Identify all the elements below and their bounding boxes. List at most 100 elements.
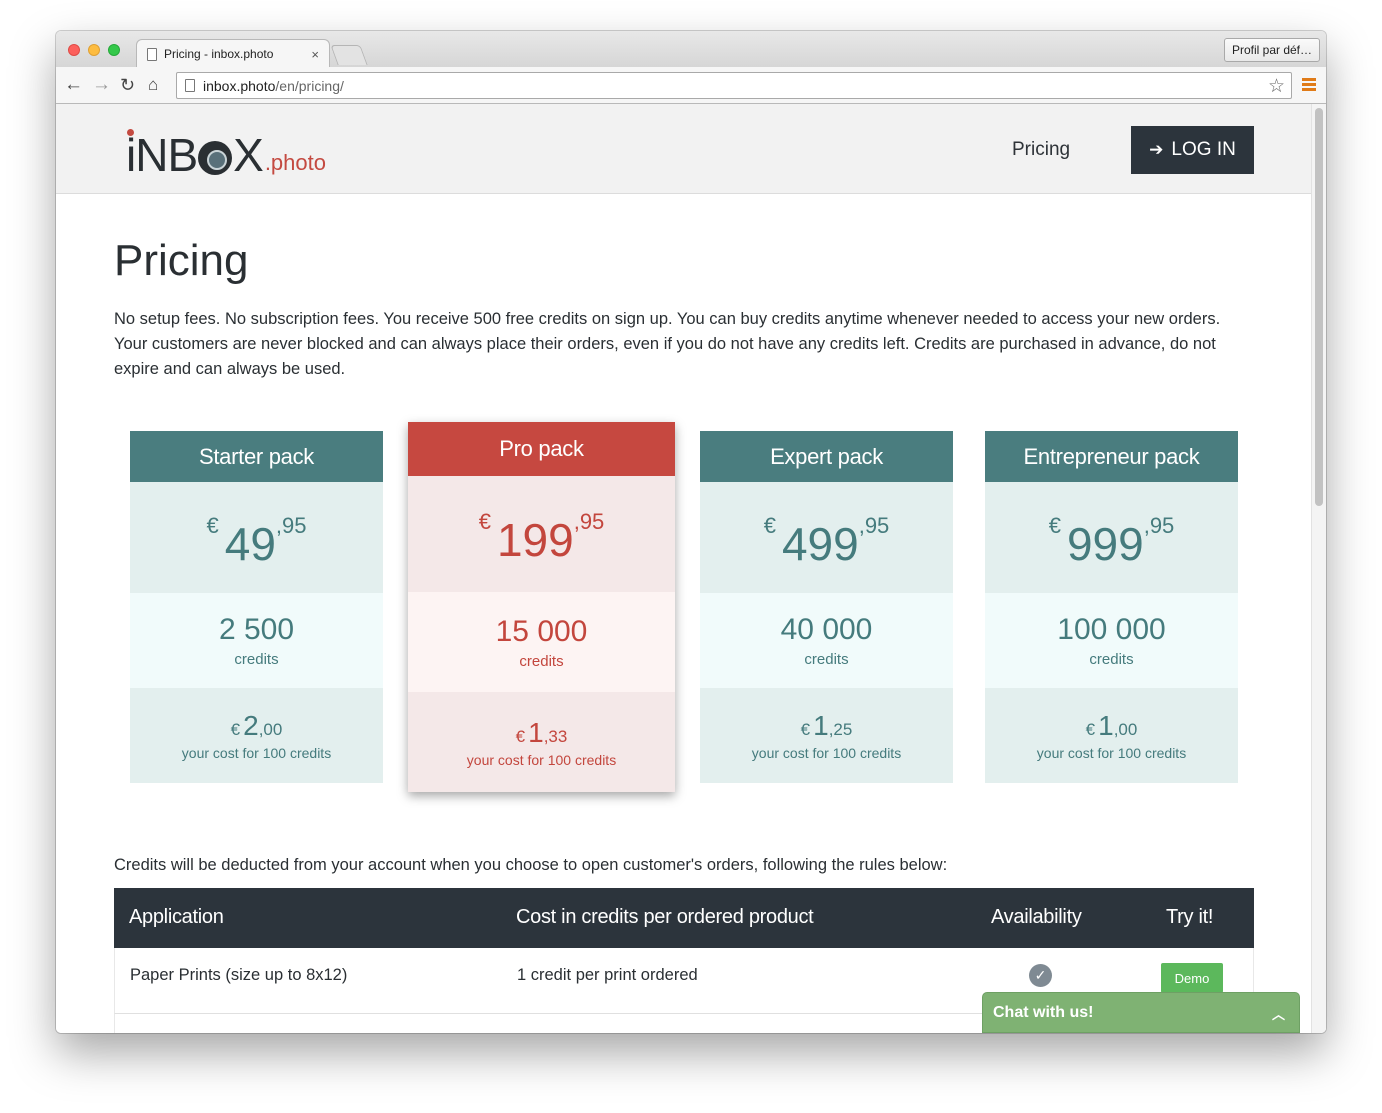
- credits-label: credits: [519, 652, 564, 670]
- chat-label: Chat with us!: [993, 1003, 1094, 1021]
- address-bar[interactable]: inbox.photo/en/pricing/ ☆: [176, 72, 1292, 99]
- check-circle-icon: ✓: [1029, 964, 1052, 987]
- logo-dot: [127, 129, 134, 136]
- pack-price: € 999 ,95: [985, 482, 1238, 593]
- table-header: Application Cost in credits per ordered …: [114, 888, 1254, 948]
- cost-integer: 1: [813, 710, 829, 741]
- nav-link-pricing[interactable]: Pricing: [1012, 139, 1070, 161]
- back-icon[interactable]: ←: [64, 73, 83, 97]
- chevron-up-icon[interactable]: ︿: [1272, 1004, 1285, 1023]
- profile-button[interactable]: Profil par déf…: [1224, 38, 1320, 62]
- currency: €: [763, 512, 776, 538]
- cost-cents: ,00: [1113, 720, 1138, 739]
- browser-toolbar: ← → ↻ ⌂ inbox.photo/en/pricing/ ☆: [56, 67, 1326, 104]
- credits-label: credits: [804, 651, 849, 668]
- cost-cents: ,33: [543, 726, 568, 746]
- credits-amount: 2 500: [218, 613, 295, 646]
- bookmark-star-icon[interactable]: ☆: [1268, 75, 1285, 98]
- chat-widget[interactable]: Chat with us! ︿: [982, 992, 1300, 1033]
- row-application: Paper Prints (size up to 8x12): [130, 966, 348, 984]
- reload-icon[interactable]: ↻: [120, 73, 135, 97]
- intro-text: No setup fees. No subscription fees. You…: [114, 310, 1221, 378]
- price-integer: 199: [496, 514, 574, 566]
- pack-card-entrepreneur: Entrepreneur pack € 999 ,95 100 000 cred…: [985, 431, 1238, 783]
- pack-price: € 199 ,95: [408, 476, 675, 592]
- logo-text-2: X: [233, 129, 264, 181]
- column-header-application: Application: [129, 906, 224, 928]
- cost-label: your cost for 100 credits: [466, 751, 617, 768]
- rules-intro-text: Credits will be deducted from your accou…: [114, 856, 948, 874]
- login-button[interactable]: ➔ LOG IN: [1131, 126, 1254, 174]
- price-integer: 999: [1066, 517, 1144, 570]
- price-cents: ,95: [858, 512, 890, 538]
- url-path: /en/pricing/: [275, 77, 344, 94]
- pack-credits: 15 000 credits: [408, 592, 675, 692]
- close-tab-icon[interactable]: ×: [311, 47, 319, 62]
- cost-label: your cost for 100 credits: [751, 745, 902, 761]
- logo-suffix: .photo: [264, 150, 326, 175]
- pack-credits: 2 500 credits: [130, 593, 383, 688]
- pack-name: Starter pack: [130, 431, 383, 482]
- pack-card-pro: Pro pack € 199 ,95 15 000 credits € 1 ,3…: [408, 422, 675, 792]
- minimize-window-button[interactable]: [88, 44, 100, 56]
- page-icon: [185, 79, 195, 92]
- new-tab-button[interactable]: [330, 45, 368, 65]
- home-icon[interactable]: ⌂: [148, 73, 158, 97]
- currency: €: [515, 726, 526, 746]
- cost-label: your cost for 100 credits: [1036, 745, 1187, 761]
- pack-card-expert: Expert pack € 499 ,95 40 000 credits € 1: [700, 431, 953, 783]
- column-header-cost: Cost in credits per ordered product: [516, 906, 814, 928]
- pack-cost: € 1 ,33 your cost for 100 credits: [408, 692, 675, 792]
- row-cost: 1 credit per print ordered: [517, 966, 698, 984]
- credits-amount: 15 000: [495, 614, 588, 648]
- tab-strip: Pricing - inbox.photo × Profil par déf…: [56, 31, 1326, 68]
- pack-name: Entrepreneur pack: [985, 431, 1238, 482]
- demo-button[interactable]: Demo: [1161, 963, 1223, 993]
- currency: €: [1085, 720, 1096, 739]
- menu-icon[interactable]: [1302, 78, 1316, 93]
- cost-integer: 1: [1098, 710, 1114, 741]
- currency: €: [800, 720, 811, 739]
- pack-cost: € 1 ,25 your cost for 100 credits: [700, 688, 953, 783]
- pack-credits: 40 000 credits: [700, 593, 953, 688]
- pack-credits: 100 000 credits: [985, 593, 1238, 688]
- url-host: inbox.photo: [203, 77, 276, 94]
- cost-integer: 2: [243, 710, 259, 741]
- zoom-window-button[interactable]: [108, 44, 120, 56]
- logo-text-1: iNB: [126, 129, 198, 181]
- logo[interactable]: iNB X .photo: [126, 122, 326, 178]
- price-integer: 499: [781, 517, 859, 570]
- login-label: LOG IN: [1171, 139, 1236, 160]
- cost-cents: ,00: [258, 720, 283, 739]
- scrollbar-thumb[interactable]: [1315, 108, 1323, 506]
- column-header-try: Try it!: [1166, 906, 1214, 928]
- pack-name: Pro pack: [408, 422, 675, 476]
- tab-title: Pricing - inbox.photo: [164, 47, 274, 61]
- pack-name: Expert pack: [700, 431, 953, 482]
- site-header: iNB X .photo Pricing ➔ LOG IN: [56, 104, 1311, 194]
- cost-label: your cost for 100 credits: [181, 745, 332, 761]
- price-cents: ,95: [573, 509, 605, 534]
- price-cents: ,95: [1143, 512, 1175, 538]
- page-icon: [147, 47, 157, 61]
- pack-card-starter: Starter pack € 49 ,95 2 500 credits € 2: [130, 431, 383, 783]
- price-integer: 49: [224, 517, 276, 570]
- currency: €: [478, 509, 491, 534]
- cost-cents: ,25: [828, 720, 853, 739]
- currency: €: [230, 720, 241, 739]
- column-header-availability: Availability: [991, 906, 1082, 928]
- forward-icon[interactable]: →: [92, 73, 111, 97]
- price-cents: ,95: [275, 512, 307, 538]
- close-window-button[interactable]: [68, 44, 80, 56]
- logo-wordmark: iNB X: [126, 129, 264, 181]
- cost-integer: 1: [528, 716, 544, 748]
- camera-lens-icon: [198, 141, 233, 175]
- credits-amount: 40 000: [780, 613, 873, 646]
- page-scrollbar[interactable]: [1311, 104, 1326, 1033]
- page-title: Pricing: [114, 236, 249, 285]
- credits-label: credits: [1089, 651, 1134, 668]
- credits-label: credits: [234, 651, 279, 668]
- credits-amount: 100 000: [1057, 613, 1166, 646]
- browser-tab-pricing[interactable]: Pricing - inbox.photo ×: [136, 39, 330, 68]
- pack-cost: € 1 ,00 your cost for 100 credits: [985, 688, 1238, 783]
